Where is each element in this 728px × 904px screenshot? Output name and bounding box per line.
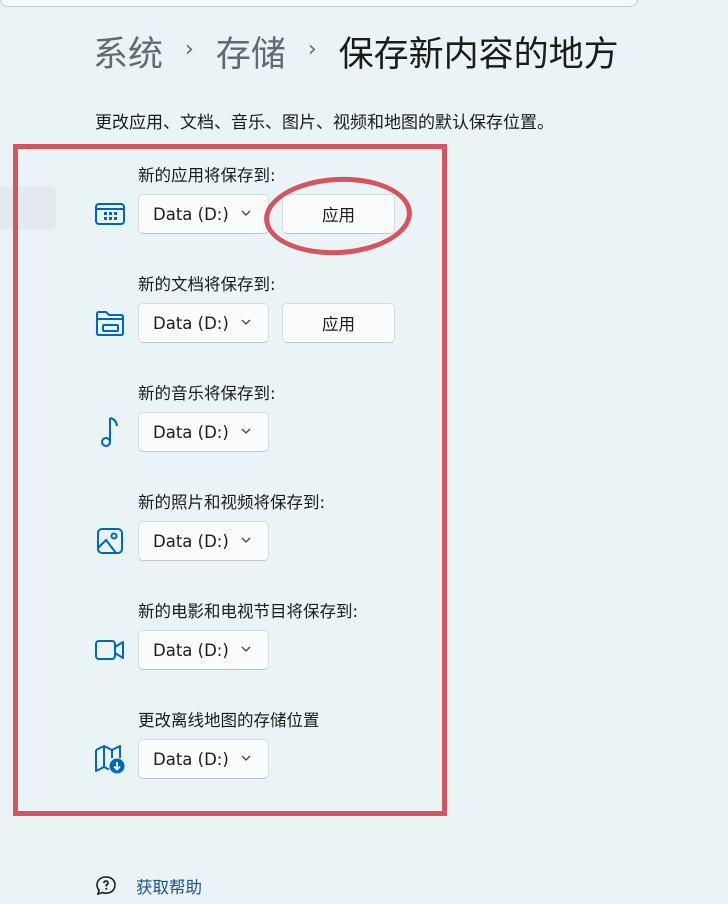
breadcrumb: 系统 › 存储 › 保存新内容的地方 — [93, 26, 619, 76]
map-download-icon — [92, 741, 128, 777]
music-drive-dropdown[interactable]: Data (D:) — [138, 412, 269, 452]
breadcrumb-storage[interactable]: 存储 — [216, 26, 286, 77]
dropdown-value: Data (D:) — [153, 422, 229, 442]
search-box-edge — [0, 0, 638, 7]
photos-drive-dropdown[interactable]: Data (D:) — [138, 521, 269, 561]
music-note-icon — [92, 414, 128, 450]
dropdown-value: Data (D:) — [153, 640, 229, 660]
dropdown-value: Data (D:) — [153, 204, 229, 224]
chevron-down-icon — [241, 210, 251, 216]
dropdown-value: Data (D:) — [153, 749, 229, 769]
movies-drive-dropdown[interactable]: Data (D:) — [138, 630, 269, 670]
breadcrumb-separator: › — [307, 36, 317, 62]
group-label: 新的音乐将保存到: — [138, 384, 276, 403]
maps-drive-dropdown[interactable]: Data (D:) — [138, 739, 269, 779]
page-title: 保存新内容的地方 — [338, 34, 619, 75]
breadcrumb-system[interactable]: 系统 — [93, 26, 163, 77]
group-label: 更改离线地图的存储位置 — [138, 711, 320, 730]
chevron-down-icon — [241, 755, 251, 761]
help-section: 获取帮助 — [94, 874, 202, 898]
page-description: 更改应用、文档、音乐、图片、视频和地图的默认保存位置。 — [95, 113, 554, 133]
chevron-down-icon — [241, 537, 251, 543]
chevron-down-icon — [241, 319, 251, 325]
folder-icon — [92, 305, 128, 341]
group-label: 新的照片和视频将保存到: — [138, 493, 326, 512]
chevron-down-icon — [241, 428, 251, 434]
get-help-link[interactable]: 获取帮助 — [136, 874, 202, 898]
group-label: 新的电影和电视节目将保存到: — [138, 602, 359, 621]
video-camera-icon — [92, 632, 128, 668]
apps-icon — [92, 196, 128, 232]
group-label: 新的应用将保存到: — [138, 166, 276, 185]
image-icon — [92, 523, 128, 559]
dropdown-value: Data (D:) — [153, 313, 229, 333]
breadcrumb-separator: › — [185, 36, 194, 62]
help-chat-icon — [96, 876, 116, 896]
apps-drive-dropdown[interactable]: Data (D:) — [138, 194, 269, 234]
group-label: 新的文档将保存到: — [138, 275, 276, 294]
chevron-down-icon — [241, 646, 251, 652]
dropdown-value: Data (D:) — [153, 531, 229, 551]
documents-apply-button[interactable]: 应用 — [282, 303, 395, 343]
documents-drive-dropdown[interactable]: Data (D:) — [138, 303, 269, 343]
